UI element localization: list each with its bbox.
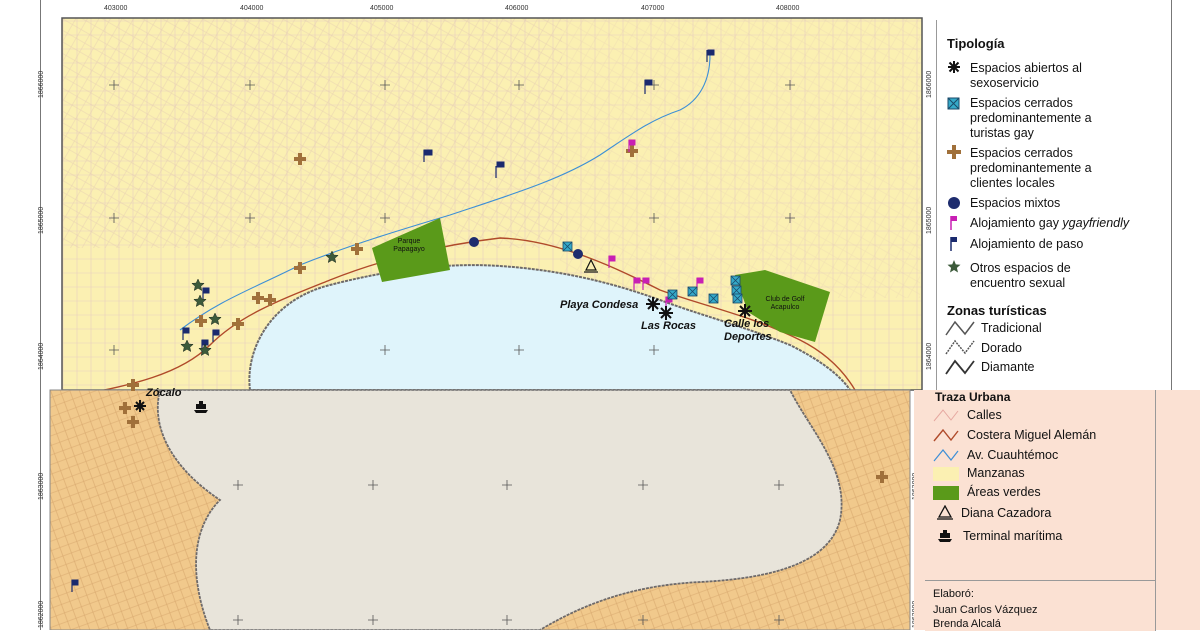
crossed-square-marker [687, 286, 698, 297]
legend-item-diana: Diana Cazadora [961, 506, 1052, 520]
legend-item-terminal: Terminal marítima [963, 529, 1063, 543]
zocalo-label: Zócalo [146, 387, 182, 399]
asterisk-marker [738, 304, 752, 318]
asterisk-marker [646, 297, 660, 311]
zonas-title: Zonas turísticas [947, 303, 1047, 318]
alojamiento-gay-text: Alojamiento gay [970, 216, 1063, 230]
legend-item-manzanas: Manzanas [967, 466, 1025, 480]
star-icon [947, 260, 961, 273]
legend-item-areas-verdes: Áreas verdes [967, 485, 1041, 499]
tradicional-swatch-icon [945, 320, 975, 336]
legend-item-clientes-locales: Espacios cerrados predominantemente a cl… [970, 146, 1092, 190]
crossed-square-marker [562, 241, 573, 252]
calle-deportes-label: Calle los Deportes [724, 318, 772, 343]
tipologia-title: Tipología [947, 36, 1005, 51]
legend-item-alojamiento-gay: Alojamiento gay ygayfriendly [970, 216, 1129, 231]
las-rocas-label: Las Rocas [641, 320, 697, 332]
legend-item-tradicional: Tradicional [981, 321, 1042, 335]
mixed-marker [469, 237, 479, 247]
credits-box: Elaboró: Juan Carlos Vázquez Brenda Alca… [925, 580, 1156, 631]
dorado-swatch-icon [945, 339, 975, 355]
legend-traza-box: Traza Urbana Calles Costera Miguel Alemá… [925, 390, 1156, 580]
plus-icon [947, 145, 961, 159]
legend-item-dorado: Dorado [981, 341, 1022, 355]
asterisk-icon [948, 61, 960, 73]
costera-swatch-icon [933, 428, 959, 442]
credits-name-1: Juan Carlos Vázquez [933, 604, 1038, 616]
traza-title: Traza Urbana [935, 390, 1011, 404]
legend-item-calles: Calles [967, 408, 1002, 422]
magenta-flag-icon [950, 216, 957, 230]
crossed-square-icon [947, 97, 960, 110]
crossed-square-marker [708, 293, 719, 304]
legend-item-diamante: Diamante [981, 360, 1035, 374]
club-golf-label: Club de Golf Acapulco [765, 296, 805, 311]
cuauhtemoc-swatch-icon [933, 449, 959, 462]
diana-cazadora-icon [937, 505, 953, 520]
credits-title: Elaboró: [933, 588, 974, 600]
playa-condesa-label: Playa Condesa [560, 299, 639, 311]
parque-papagayo-label: Parque Papagayo [393, 238, 425, 253]
circle-icon [948, 197, 960, 209]
crossed-square-marker [732, 293, 743, 304]
gayfriendly-text: ygayfriendly [1062, 216, 1130, 230]
legend-item-turistas-gay: Espacios cerrados predominantemente a tu… [970, 96, 1092, 140]
crossed-square-marker [667, 289, 678, 300]
areas-verdes-swatch-icon [933, 486, 959, 500]
legend-item-otros: Otros espacios de encuentro sexual [970, 261, 1071, 290]
diamante-swatch-icon [945, 359, 975, 375]
mixed-marker [573, 249, 583, 259]
manzanas-swatch-icon [933, 467, 959, 481]
legend-item-mixtos: Espacios mixtos [970, 196, 1061, 210]
asterisk-marker [659, 306, 673, 320]
legend-item-abiertos: Espacios abiertos al sexoservicio [970, 61, 1082, 90]
legend-item-cuauhtemoc: Av. Cuauhtémoc [967, 448, 1059, 462]
terminal-maritima-icon [938, 530, 952, 542]
calles-swatch-icon [933, 409, 959, 422]
navy-flag-icon [950, 237, 957, 251]
crossed-square-marker [730, 275, 741, 286]
legend-item-alojamiento-paso: Alojamiento de paso [970, 237, 1084, 251]
legend-item-costera: Costera Miguel Alemán [967, 428, 1097, 442]
